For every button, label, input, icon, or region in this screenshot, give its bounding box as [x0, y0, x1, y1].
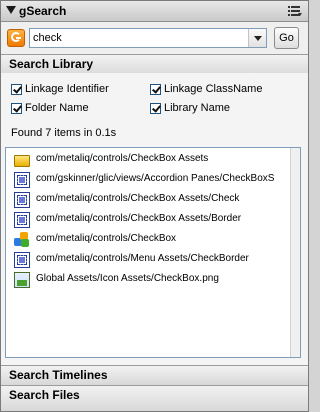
panel-title: gSearch [19, 4, 67, 18]
chevron-down-icon [254, 36, 262, 41]
result-path: com/metaliq/controls/CheckBox Assets [36, 153, 209, 164]
list-item[interactable]: com/metaliq/controls/Menu Assets/CheckBo… [6, 250, 286, 270]
option-label: Linkage ClassName [164, 83, 263, 95]
results-list[interactable]: com/metaliq/controls/CheckBox Assets com… [5, 147, 301, 358]
option-label: Library Name [164, 102, 231, 114]
search-history-dropdown-button[interactable] [248, 29, 266, 47]
list-item[interactable]: com/metaliq/controls/CheckBox Assets [6, 150, 286, 170]
list-item[interactable]: com/metaliq/controls/CheckBox [6, 230, 286, 250]
search-library-title: Search Library [9, 57, 94, 71]
folder-name-checkbox[interactable] [11, 103, 22, 114]
go-button[interactable]: Go [274, 27, 299, 49]
result-path: Global Assets/Icon Assets/CheckBox.png [36, 273, 219, 284]
results-scrollbar[interactable] [290, 148, 300, 357]
results-status: Found 7 items in 0.1s [11, 127, 117, 139]
movieclip-symbol-icon [14, 172, 30, 188]
list-item[interactable]: com/gskinner/glic/views/Accordion Panes/… [6, 170, 286, 190]
list-item[interactable]: com/metaliq/controls/CheckBox Assets/Che… [6, 190, 286, 210]
panel-options-menu-icon[interactable] [288, 5, 302, 17]
library-name-checkbox[interactable] [150, 103, 161, 114]
folder-icon [14, 155, 30, 167]
movieclip-symbol-icon [14, 192, 30, 208]
search-library-header[interactable]: Search Library [1, 54, 308, 74]
bitmap-icon [14, 272, 30, 288]
search-library-section: Linkage Identifier Linkage ClassName Fol… [1, 73, 308, 365]
list-item[interactable]: Global Assets/Icon Assets/CheckBox.png [6, 270, 286, 290]
search-timelines-title: Search Timelines [9, 368, 108, 382]
movieclip-symbol-icon [14, 252, 30, 268]
result-path: com/metaliq/controls/CheckBox Assets/Bor… [36, 213, 242, 224]
gsearch-logo-icon [7, 29, 25, 47]
result-path: com/metaliq/controls/CheckBox Assets/Che… [36, 193, 240, 204]
collapse-triangle-icon[interactable] [6, 6, 16, 14]
search-bar: Go [1, 22, 308, 54]
linkage-identifier-checkbox[interactable] [11, 84, 22, 95]
option-label: Linkage Identifier [25, 83, 109, 95]
component-icon [14, 232, 30, 248]
search-input[interactable] [33, 30, 243, 46]
search-timelines-header[interactable]: Search Timelines [1, 365, 308, 385]
option-label: Folder Name [25, 102, 89, 114]
panel-titlebar[interactable]: gSearch [1, 1, 308, 22]
result-path: com/metaliq/controls/CheckBox [36, 233, 177, 244]
movieclip-symbol-icon [14, 212, 30, 228]
list-item[interactable]: com/metaliq/controls/CheckBox Assets/Bor… [6, 210, 286, 230]
gsearch-panel: gSearch Go Search Library Linkage Identi… [0, 0, 309, 412]
search-combobox[interactable] [29, 28, 267, 48]
search-files-header[interactable]: Search Files [1, 385, 308, 411]
linkage-classname-checkbox[interactable] [150, 84, 161, 95]
search-files-title: Search Files [9, 388, 80, 402]
result-path: com/gskinner/glic/views/Accordion Panes/… [36, 173, 275, 184]
result-path: com/metaliq/controls/Menu Assets/CheckBo… [36, 253, 249, 264]
